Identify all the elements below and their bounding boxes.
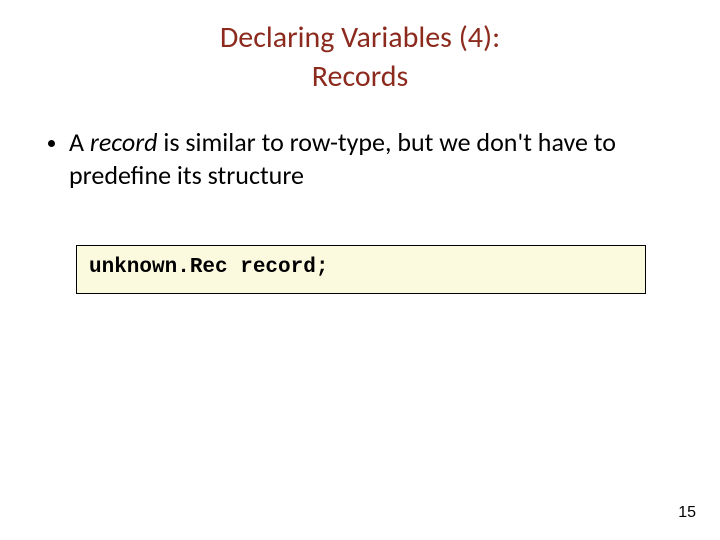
slide-title: Declaring Variables (4): Records xyxy=(40,18,680,96)
page-number: 15 xyxy=(678,504,696,522)
slide: Declaring Variables (4): Records A recor… xyxy=(0,0,720,540)
bullet-icon xyxy=(48,140,55,147)
code-box: unknown.Rec record; xyxy=(76,245,646,294)
bullet-text: A record is similar to row-type, but we … xyxy=(69,126,680,191)
bullet-emph: record xyxy=(90,126,158,158)
bullet-prefix: A xyxy=(69,126,90,158)
title-line-2: Records xyxy=(40,57,680,96)
bullet-item: A record is similar to row-type, but we … xyxy=(48,126,680,191)
code-text: unknown.Rec record; xyxy=(89,256,328,279)
title-line-1: Declaring Variables (4): xyxy=(40,18,680,57)
